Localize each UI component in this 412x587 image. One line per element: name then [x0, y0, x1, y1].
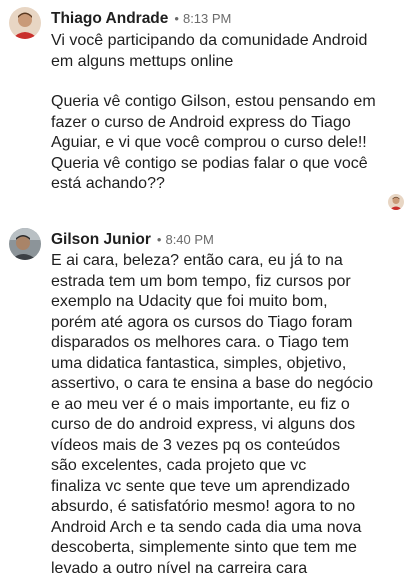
timestamp: 8:40 PM [165, 232, 214, 247]
avatar-gilson[interactable] [9, 228, 41, 260]
message-line: Vi você participando da comunidade Andro… [51, 32, 368, 49]
read-receipt-avatar [388, 194, 404, 210]
message-line: uma didatica fantastica, simples, objeti… [51, 354, 347, 372]
message-line: estrada tem um bom tempo, fiz cursos por [51, 272, 351, 290]
message-line: são excelentes, cada projeto que vc [51, 457, 307, 474]
message-line: levado a outro nível na carreira cara [51, 559, 308, 577]
message-header: Thiago Andrade • 8:13 PM [51, 10, 231, 28]
message-line: finaliza vc sente que teve um aprendizad… [51, 477, 350, 495]
avatar-gilson-icon [9, 228, 41, 260]
message-line: em alguns mettups online [51, 52, 234, 70]
avatar-thiago-icon [9, 7, 41, 39]
message-line: E ai cara, beleza? então cara, eu já to … [51, 252, 343, 269]
message-line: porém até agora os cursos do Tiago foram [51, 313, 353, 331]
message-line: Queria vê contigo Gilson, estou pensando… [51, 93, 376, 110]
message-header: Gilson Junior • 8:40 PM [51, 231, 214, 249]
message-line: vídeos mais de 3 vezes pq os conteúdos [51, 436, 341, 454]
message-line: curso de do android express, vi alguns d… [51, 416, 356, 433]
message-line: exemplo na Udacity que foi muito bom, [51, 293, 328, 310]
read-receipt-icon [388, 194, 404, 210]
message-line: Queria vê contigo se podias falar o que … [51, 154, 368, 172]
message-line: descoberta, simplemente sinto que tem me [51, 539, 357, 556]
message-line: fazer o curso de Android express do Tiag… [51, 113, 351, 131]
separator-dot: • [174, 11, 179, 26]
timestamp: 8:13 PM [182, 11, 232, 26]
message-line: disparados os melhores cara. o Tiago tem [51, 334, 349, 351]
message-line: está achando?? [51, 175, 165, 192]
message-body: Vi você participando da comunidade Andro… [51, 31, 407, 195]
author-name[interactable]: Thiago Andrade [51, 10, 168, 27]
message-line: assertivo, o cara te ensina a base do ne… [51, 375, 373, 392]
message-line: Aguiar, e vi que você comprou o curso de… [51, 134, 367, 151]
author-name[interactable]: Gilson Junior [51, 231, 151, 248]
message-line: e ao meu ver é o mais importante, eu fiz… [51, 395, 350, 413]
message-line: Android Arch e ta sendo cada dia uma nov… [51, 518, 362, 536]
message-line: absurdo, é satisfatório mesmo! agora to … [51, 498, 356, 515]
avatar-thiago[interactable] [9, 7, 41, 39]
separator-dot: • [156, 232, 162, 247]
message-body: E ai cara, beleza? então cara, eu já to … [51, 251, 407, 579]
